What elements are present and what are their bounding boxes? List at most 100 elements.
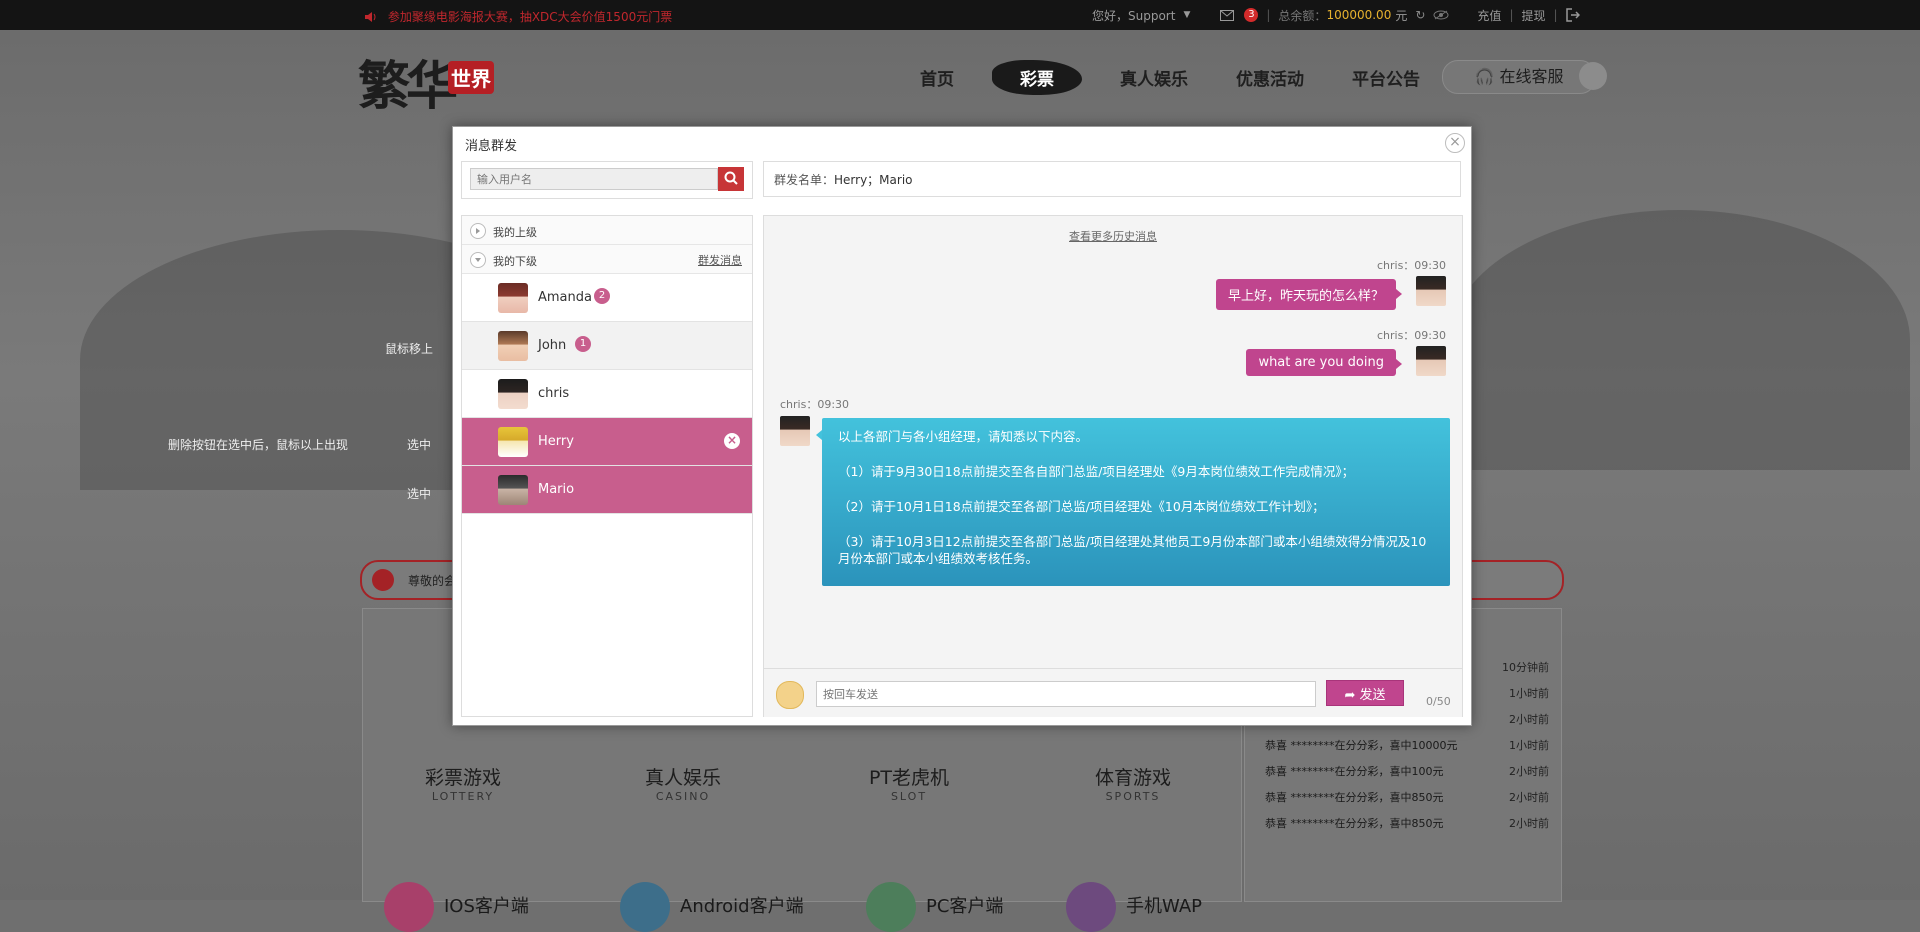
promo-notice-text: 参加聚缘电影海报大赛，抽XDC大会价值1500元门票 — [387, 10, 673, 24]
group-subordinate[interactable]: 我的下级 群发消息 — [462, 245, 752, 274]
chevron-down-icon[interactable]: ▼ — [1183, 10, 1190, 20]
online-service-button[interactable]: 🎧 在线客服 — [1442, 60, 1596, 94]
ios-icon — [384, 882, 434, 932]
close-icon[interactable]: × — [1445, 133, 1465, 153]
game-casino[interactable]: 真人娱乐 CASINO — [583, 763, 783, 803]
message-meta: chris：09:30 — [1376, 259, 1446, 272]
main-nav: 首页 彩票 真人娱乐 优惠活动 平台公告 — [910, 60, 1430, 95]
game-subtitle: LOTTERY — [431, 790, 495, 803]
winner-row: 恭喜 ********在分分彩，喜中850元 2小时前 — [1265, 815, 1549, 831]
outgoing-message: what are you doing — [1246, 349, 1402, 376]
client-pc[interactable]: PC客户端 — [866, 882, 1003, 932]
send-button[interactable]: ➦ 发送 — [1326, 680, 1404, 706]
search-button[interactable] — [718, 167, 744, 191]
recipient-label: 群发名单： — [774, 173, 835, 187]
collapse-icon[interactable] — [470, 252, 486, 268]
winner-time: 1小时前 — [1509, 739, 1549, 752]
nav-promotions[interactable]: 优惠活动 — [1226, 61, 1314, 94]
nav-announcements[interactable]: 平台公告 — [1342, 61, 1430, 94]
mountain-painting — [1450, 210, 1910, 470]
user-name: chris — [538, 386, 570, 401]
winner-time: 2小时前 — [1509, 817, 1549, 830]
client-android[interactable]: Android客户端 — [620, 882, 804, 932]
user-row-chris[interactable]: chris — [462, 370, 752, 418]
avatar — [498, 379, 528, 409]
avatar — [498, 475, 528, 505]
recipient-names: Herry；Mario — [834, 173, 913, 187]
game-name: 彩票游戏 — [424, 767, 501, 789]
balance-value: 100000.00 — [1326, 8, 1392, 22]
user-name: John — [538, 338, 567, 353]
annotation-hover: 鼠标移上 — [385, 342, 434, 356]
speaker-icon — [365, 12, 376, 22]
divider: | — [1266, 8, 1271, 22]
game-name: 体育游戏 — [1094, 767, 1171, 789]
game-subtitle: SPORTS — [1105, 790, 1161, 803]
dialog-title: 消息群发 — [465, 139, 518, 154]
group-label: 我的下级 — [493, 255, 537, 268]
user-row-john[interactable]: John 1 — [462, 322, 752, 370]
recharge-link[interactable]: 充值 — [1477, 7, 1501, 24]
incoming-message: 以上各部门与各小组经理，请知悉以下内容。 （1）请于9月30日18点前提交至各自… — [816, 418, 1450, 586]
user-list-panel: 我的上级 我的下级 群发消息 Amanda 2 John 1 chris Her… — [461, 215, 753, 717]
mail-icon[interactable] — [1220, 9, 1235, 21]
winner-text: 恭喜 ********在分分彩，喜中10000元 — [1265, 739, 1458, 752]
annotation-selected: 选中 — [407, 438, 432, 452]
mobile-icon — [1066, 882, 1116, 932]
refresh-icon[interactable]: ↻ — [1415, 8, 1425, 22]
promo-notice[interactable]: 参加聚缘电影海报大赛，抽XDC大会价值1500元门票 — [364, 8, 672, 25]
nav-home[interactable]: 首页 — [910, 61, 964, 94]
search-input[interactable] — [470, 168, 718, 190]
emoji-icon[interactable] — [776, 681, 804, 709]
chat-panel: 查看更多历史消息 chris：09:30 早上好，昨天玩的怎么样？ chris：… — [763, 215, 1463, 717]
account-bar: 您好，Support ▼ 3 | 总余额： 100000.00 元 ↻ 充值 |… — [1092, 0, 1580, 30]
winner-time: 2小时前 — [1509, 791, 1549, 804]
message-meta: chris：09:30 — [1376, 329, 1446, 342]
game-sports[interactable]: 体育游戏 SPORTS — [1033, 763, 1233, 803]
message-line: （3）请于10月3日12点前提交至各部门总监/项目经理处其他员工9月份本部门或本… — [838, 534, 1427, 566]
expand-icon[interactable] — [470, 223, 486, 239]
winner-time: 2小时前 — [1509, 765, 1549, 778]
nav-lottery[interactable]: 彩票 — [992, 60, 1082, 95]
nav-casino[interactable]: 真人娱乐 — [1110, 61, 1198, 94]
game-name: PT老虎机 — [868, 767, 950, 789]
withdraw-link[interactable]: 提现 — [1521, 7, 1545, 24]
client-wap[interactable]: 手机WAP — [1066, 882, 1202, 932]
recipient-list: 群发名单：Herry；Mario — [763, 161, 1461, 197]
android-icon — [620, 882, 670, 932]
client-ios[interactable]: IOS客户端 — [384, 882, 529, 932]
group-label: 我的上级 — [493, 226, 537, 239]
broadcast-message-dialog: 消息群发 × 我的上级 我的下级 群发消息 Amanda 2 John 1 — [452, 126, 1472, 726]
history-link[interactable]: 查看更多历史消息 — [764, 228, 1462, 244]
logout-icon[interactable] — [1565, 8, 1580, 22]
unread-badge: 2 — [594, 288, 610, 304]
game-slot[interactable]: PT老虎机 SLOT — [809, 763, 1009, 803]
mail-count-badge: 3 — [1244, 8, 1259, 22]
eye-off-icon[interactable] — [1433, 10, 1449, 20]
game-lottery[interactable]: 彩票游戏 LOTTERY — [363, 763, 563, 803]
remove-icon[interactable]: × — [724, 433, 740, 449]
game-name: 真人娱乐 — [644, 767, 721, 789]
group-superior[interactable]: 我的上级 — [462, 216, 752, 245]
annotation-selected: 选中 — [407, 487, 432, 501]
user-row-mario[interactable]: Mario — [462, 466, 752, 514]
pc-icon — [866, 882, 916, 932]
site-logo[interactable]: 繁华世界 — [358, 44, 495, 119]
char-count: 0/50 — [1426, 695, 1451, 708]
broadcast-link[interactable]: 群发消息 — [698, 252, 742, 268]
winner-row: 恭喜 ********在分分彩，喜中850元 2小时前 — [1265, 789, 1549, 805]
user-greeting[interactable]: 您好，Support — [1092, 7, 1175, 24]
message-meta: chris：09:30 — [780, 398, 850, 411]
winner-time: 1小时前 — [1509, 687, 1549, 700]
user-row-herry[interactable]: Herry × — [462, 418, 752, 466]
winner-text: 恭喜 ********在分分彩，喜中850元 — [1265, 817, 1444, 830]
arrow-up-icon[interactable] — [1579, 62, 1607, 90]
unread-badge: 1 — [575, 336, 591, 352]
user-row-amanda[interactable]: Amanda 2 — [462, 274, 752, 322]
game-subtitle: SLOT — [890, 790, 928, 803]
game-subtitle: CASINO — [655, 790, 711, 803]
send-icon: ➦ — [1344, 687, 1356, 703]
client-label: Android客户端 — [680, 896, 804, 917]
message-input[interactable] — [816, 681, 1316, 707]
winner-text: 恭喜 ********在分分彩，喜中850元 — [1265, 791, 1444, 804]
